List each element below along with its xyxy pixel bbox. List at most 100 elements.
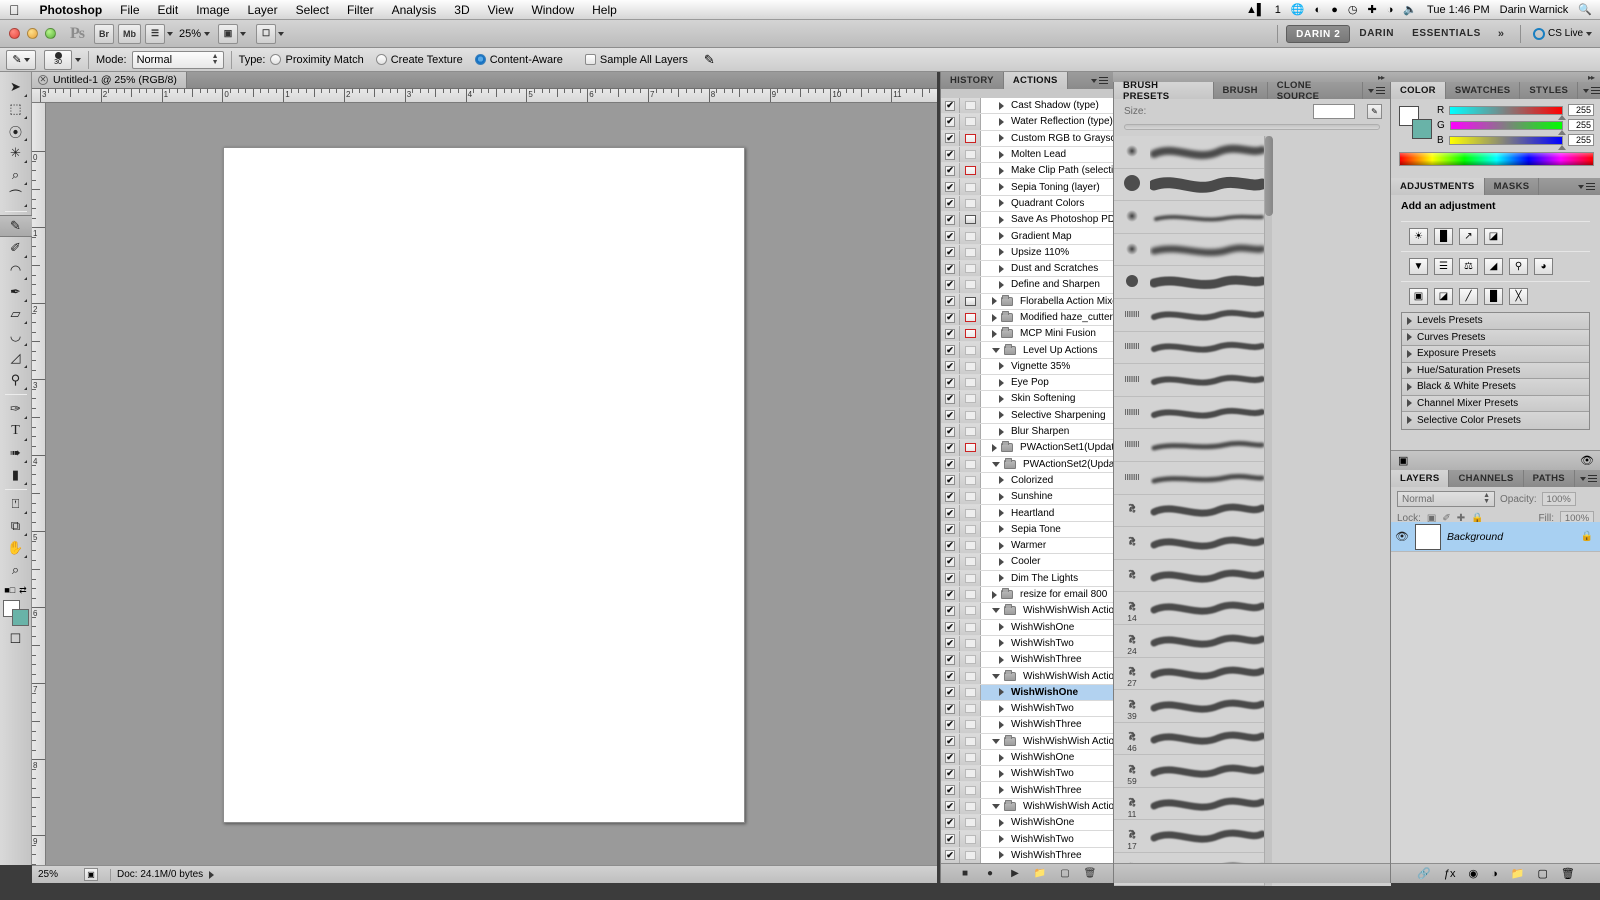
channel-slider-r[interactable] (1449, 106, 1563, 115)
modal-control-cell[interactable] (960, 620, 981, 635)
layer-style-icon[interactable]: ƒx (1444, 868, 1456, 880)
blur-tool[interactable]: ◿ (3, 347, 29, 369)
action-toggle-checkbox[interactable]: ✔ (941, 701, 960, 716)
action-toggle-checkbox[interactable]: ✔ (941, 489, 960, 504)
action-row[interactable]: ✔WishWishThree (941, 717, 1114, 733)
zoom-window-button[interactable] (45, 28, 56, 39)
action-name-cell[interactable]: WishWishOne (981, 685, 1114, 700)
action-row[interactable]: ✔Sepia Toning (layer) (941, 179, 1114, 195)
background-color-swatch[interactable] (1412, 119, 1432, 139)
menu-analysis[interactable]: Analysis (383, 0, 446, 20)
modal-control-cell[interactable] (960, 473, 981, 488)
action-toggle-checkbox[interactable]: ✔ (941, 685, 960, 700)
chevron-right-icon[interactable] (999, 819, 1004, 827)
chevron-right-icon[interactable] (999, 558, 1004, 566)
tab-actions[interactable]: ACTIONS (1004, 72, 1068, 89)
new-adjustment-icon[interactable]: ◑ (1491, 868, 1498, 880)
actions-list[interactable]: ✔Cast Shadow (type)✔Water Reflection (ty… (941, 98, 1114, 863)
action-name-cell[interactable]: WishWishTwo (981, 701, 1114, 716)
tab-color[interactable]: COLOR (1391, 82, 1446, 99)
radio-create-texture[interactable]: Create Texture (376, 54, 463, 66)
modal-control-cell[interactable] (960, 342, 981, 357)
chevron-down-icon[interactable] (992, 348, 1000, 353)
layer-name[interactable]: Background (1447, 531, 1503, 543)
action-name-cell[interactable]: Gradient Map (981, 228, 1114, 243)
path-selection-tool[interactable]: ➠ (3, 442, 29, 464)
slider-knob-icon[interactable] (1558, 145, 1566, 150)
chevron-right-icon[interactable] (999, 362, 1004, 370)
chevron-down-icon[interactable] (992, 739, 1000, 744)
adjustment-preset-row[interactable]: Levels Presets (1402, 313, 1589, 330)
chevron-right-icon[interactable] (992, 314, 997, 322)
screen-mode-icon[interactable]: ☐ (256, 24, 276, 44)
chevron-right-icon[interactable] (999, 639, 1004, 647)
action-toggle-checkbox[interactable]: ✔ (941, 310, 960, 325)
action-toggle-checkbox[interactable]: ✔ (941, 571, 960, 586)
action-name-cell[interactable]: WishWishOne (981, 815, 1114, 830)
modal-control-cell[interactable] (960, 782, 981, 797)
action-name-cell[interactable]: Quadrant Colors (981, 196, 1114, 211)
action-toggle-checkbox[interactable]: ✔ (941, 326, 960, 341)
horizontal-type-tool[interactable]: T (3, 420, 29, 442)
action-name-cell[interactable]: Cast Shadow (type) (981, 98, 1114, 113)
action-name-cell[interactable]: Eye Pop (981, 375, 1114, 390)
modal-control-cell[interactable] (960, 815, 981, 830)
screen-mode-chevron-down-icon[interactable] (278, 32, 284, 36)
action-row[interactable]: ✔Quadrant Colors (941, 196, 1114, 212)
default-colors-icon[interactable]: ■□ (4, 585, 15, 596)
rectangle-tool[interactable]: ▮ (3, 464, 29, 486)
modal-control-cell[interactable] (960, 489, 981, 504)
brightness-contrast-icon[interactable]: ☀ (1409, 228, 1428, 245)
chevron-right-icon[interactable] (999, 232, 1004, 240)
dodge-tool[interactable]: ⚲ (3, 369, 29, 391)
action-toggle-checkbox[interactable]: ✔ (941, 408, 960, 423)
toggle-layer-visibility-icon[interactable]: 👁 (1580, 454, 1594, 467)
action-set-row[interactable]: ✔WishWishWish Actions (941, 734, 1114, 750)
action-name-cell[interactable]: Heartland (981, 505, 1114, 520)
chevron-right-icon[interactable] (999, 705, 1004, 713)
brush-preset-row[interactable] (1114, 299, 1272, 332)
horizontal-ruler[interactable]: 32101234567891011 (32, 89, 937, 103)
action-row[interactable]: ✔WishWishThree (941, 782, 1114, 798)
action-name-cell[interactable]: WishWishWish Actions (981, 668, 1114, 683)
layer-row-background[interactable]: 👁 Background 🔒 (1391, 522, 1600, 552)
return-to-adjustment-list-icon[interactable]: ▣ (1398, 454, 1408, 467)
modal-control-cell[interactable] (960, 848, 981, 863)
curves-icon[interactable]: ↗ (1459, 228, 1478, 245)
action-row[interactable]: ✔Dim The Lights (941, 571, 1114, 587)
action-toggle-checkbox[interactable]: ✔ (941, 228, 960, 243)
modal-control-cell[interactable] (960, 179, 981, 194)
close-window-button[interactable] (9, 28, 20, 39)
quick-selection-tool[interactable]: ✳ (3, 142, 29, 164)
modal-control-cell[interactable] (960, 685, 981, 700)
brush-preset-row[interactable] (1114, 364, 1272, 397)
delete-layer-icon[interactable]: 🗑 (1561, 867, 1575, 880)
channel-slider-g[interactable] (1450, 121, 1563, 130)
tab-styles[interactable]: STYLES (1520, 82, 1578, 99)
brush-tool[interactable]: ✐ (3, 237, 29, 259)
action-toggle-checkbox[interactable]: ✔ (941, 131, 960, 146)
action-toggle-checkbox[interactable]: ✔ (941, 294, 960, 309)
action-name-cell[interactable]: WishWishWish Actions (981, 799, 1114, 814)
document-tab[interactable]: ✕ Untitled-1 @ 25% (RGB/8) (32, 72, 187, 88)
eyedropper-tool[interactable]: ⏜ (3, 186, 29, 208)
brush-size-slider[interactable] (1124, 124, 1380, 130)
action-set-row[interactable]: ✔Level Up Actions (941, 342, 1114, 358)
modal-control-cell[interactable] (960, 228, 981, 243)
action-name-cell[interactable]: WishWishThree (981, 848, 1114, 863)
action-name-cell[interactable]: resize for email 800 (981, 587, 1114, 602)
action-row[interactable]: ✔WishWishTwo (941, 766, 1114, 782)
clock-icon[interactable]: ◷ (1348, 0, 1358, 20)
brush-panel-toggle-icon[interactable]: ✎ (1367, 104, 1382, 119)
chevron-right-icon[interactable] (992, 330, 997, 338)
menu-3d[interactable]: 3D (445, 0, 478, 20)
action-toggle-checkbox[interactable]: ✔ (941, 848, 960, 863)
brush-preset-row[interactable] (1114, 332, 1272, 365)
globe-icon[interactable]: 🌐 (1291, 0, 1305, 20)
action-row[interactable]: ✔WishWishTwo (941, 636, 1114, 652)
play-icon[interactable]: ▶ (1009, 868, 1022, 879)
action-name-cell[interactable]: Colorized (981, 473, 1114, 488)
menu-bar-clock[interactable]: Tue 1:46 PM (1427, 0, 1490, 20)
action-toggle-checkbox[interactable]: ✔ (941, 538, 960, 553)
tab-history[interactable]: HISTORY (941, 72, 1004, 89)
